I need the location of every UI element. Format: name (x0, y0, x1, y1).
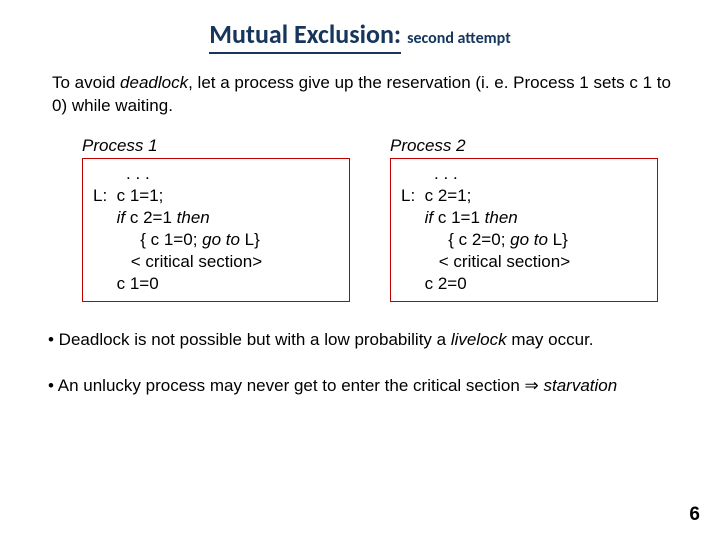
p1-l4-pre: { c 1=0; (93, 230, 202, 249)
b1-pre: • Deadlock is not possible but with a lo… (48, 330, 451, 349)
b2-em: starvation (539, 376, 617, 395)
p2-l3-mid: c 1=1 (433, 208, 485, 227)
title-sub: second attempt (407, 29, 511, 48)
p1-l3-pre (93, 208, 117, 227)
b1-post: may occur. (507, 330, 594, 349)
p1-then: then (177, 208, 210, 227)
p1-goto: go to (202, 230, 240, 249)
process-row: Process 1 . . . L: c 1=1; if c 2=1 then … (0, 118, 720, 303)
process-1-code: . . . L: c 1=1; if c 2=1 then { c 1=0; g… (82, 158, 350, 303)
p2-l3-pre (401, 208, 425, 227)
bullet-list: • Deadlock is not possible but with a lo… (0, 302, 720, 398)
process-2: Process 2 . . . L: c 2=1; if c 1=1 then … (390, 136, 658, 303)
process-1-heading: Process 1 (82, 136, 350, 156)
process-2-heading: Process 2 (390, 136, 658, 156)
p1-l5: < critical section> (93, 252, 262, 271)
p2-l4-post: L} (548, 230, 568, 249)
p2-l2: L: c 2=1; (401, 186, 471, 205)
p1-if: if (117, 208, 126, 227)
p2-l6: c 2=0 (401, 274, 467, 293)
p2-then: then (485, 208, 518, 227)
p2-l4-pre: { c 2=0; (401, 230, 510, 249)
p2-l1: . . . (401, 164, 458, 183)
p1-l6: c 1=0 (93, 274, 159, 293)
bullet-1: • Deadlock is not possible but with a lo… (48, 328, 672, 352)
p1-l1: . . . (93, 164, 150, 183)
p1-l3-mid: c 2=1 (125, 208, 177, 227)
p2-if: if (425, 208, 434, 227)
intro-pre: To avoid (52, 73, 120, 92)
title-main: Mutual Exclusion: (209, 18, 401, 54)
slide: Mutual Exclusion:second attempt To avoid… (0, 0, 720, 540)
process-2-code: . . . L: c 2=1; if c 1=1 then { c 2=0; g… (390, 158, 658, 303)
implies-icon: ⇒ (525, 376, 539, 395)
p2-l5: < critical section> (401, 252, 570, 271)
p1-l2: L: c 1=1; (93, 186, 163, 205)
intro-em: deadlock (120, 73, 188, 92)
intro-text: To avoid deadlock, let a process give up… (0, 50, 720, 118)
page-number: 6 (689, 504, 700, 526)
process-1: Process 1 . . . L: c 1=1; if c 2=1 then … (82, 136, 350, 303)
p2-goto: go to (510, 230, 548, 249)
b1-em: livelock (451, 330, 507, 349)
bullet-2: • An unlucky process may never get to en… (48, 374, 672, 398)
slide-title: Mutual Exclusion:second attempt (0, 0, 720, 50)
p1-l4-post: L} (240, 230, 260, 249)
b2-pre: • An unlucky process may never get to en… (48, 376, 525, 395)
